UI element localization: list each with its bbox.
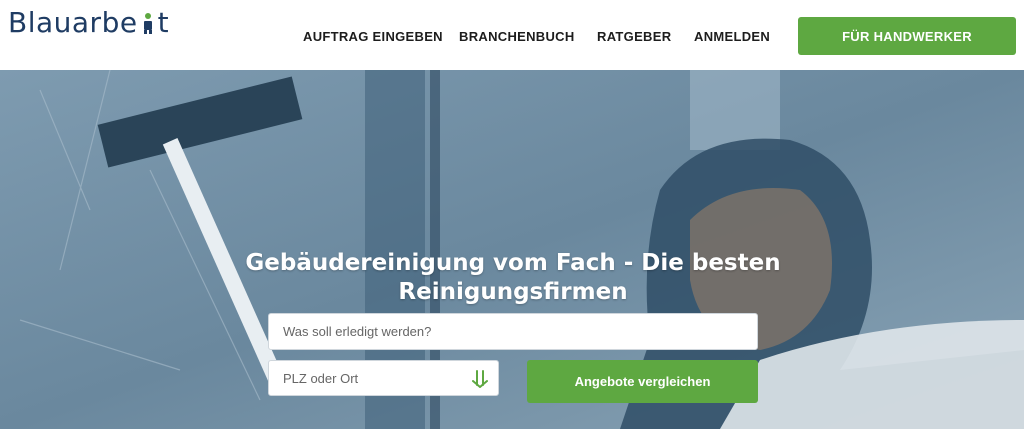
location-input[interactable]: PLZ oder Ort xyxy=(268,360,499,396)
worker-figure-icon xyxy=(143,13,152,34)
task-input-placeholder: Was soll erledigt werden? xyxy=(283,324,432,339)
brand-name-part-1: Blauarbe xyxy=(8,6,138,39)
nav-ratgeber[interactable]: RATGEBER xyxy=(597,29,671,44)
nav-auftrag-eingeben[interactable]: AUFTRAG EINGEBEN xyxy=(303,29,443,44)
hero-headline: Gebäudereinigung vom Fach - Die besten R… xyxy=(245,250,781,305)
brand-name-part-2: t xyxy=(157,6,170,39)
site-header: Blauarbe t AUFTRAG EINGEBEN BRANCHENBUCH … xyxy=(0,0,1024,70)
location-input-placeholder: PLZ oder Ort xyxy=(283,370,359,386)
double-arrow-down-icon xyxy=(472,370,488,388)
nav-anmelden[interactable]: ANMELDEN xyxy=(694,29,770,44)
task-input[interactable]: Was soll erledigt werden? xyxy=(268,313,758,350)
nav-branchenbuch[interactable]: BRANCHENBUCH xyxy=(459,29,575,44)
fuer-handwerker-button[interactable]: FÜR HANDWERKER xyxy=(798,17,1016,55)
compare-offers-button[interactable]: Angebote vergleichen xyxy=(527,360,758,403)
brand-logo[interactable]: Blauarbe t xyxy=(8,6,169,39)
hero-section: Gebäudereinigung vom Fach - Die besten R… xyxy=(0,70,1024,429)
